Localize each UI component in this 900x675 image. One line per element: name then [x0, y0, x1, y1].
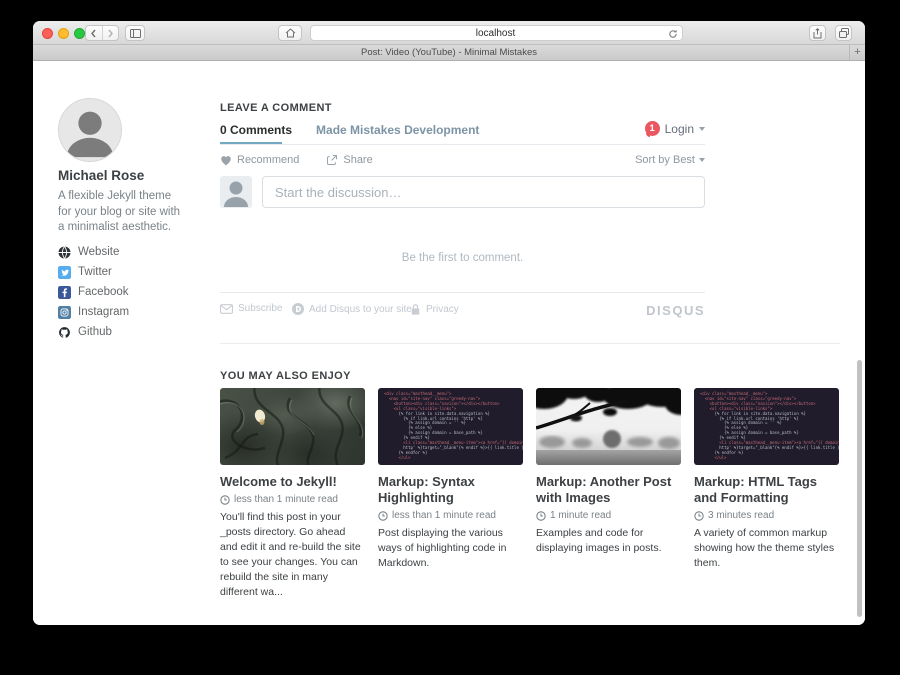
address-bar — [310, 25, 683, 41]
back-button[interactable] — [86, 26, 102, 40]
recommend-button[interactable]: Recommend — [237, 154, 299, 166]
sidebar-link-website[interactable]: Website — [58, 244, 119, 260]
tab-title: Post: Video (YouTube) - Minimal Mistakes — [33, 45, 865, 60]
comment-input-wrap — [262, 176, 705, 208]
post-excerpt: A variety of common markup showing how t… — [694, 526, 839, 571]
envelope-icon — [220, 304, 233, 314]
chevron-left-icon — [90, 29, 97, 38]
post-thumbnail-foggy-tree[interactable] — [536, 388, 681, 465]
tab-overview-button[interactable] — [835, 25, 852, 41]
related-heading: YOU MAY ALSO ENJOY — [220, 370, 351, 382]
post-title[interactable]: Markup: HTML Tags and Formatting — [694, 474, 839, 506]
leaf-cells-graphic — [220, 388, 365, 465]
sidebar-link-twitter[interactable]: Twitter — [58, 264, 112, 280]
share-icon — [813, 28, 822, 39]
post-read-time: less than 1 minute read — [378, 510, 523, 521]
related-cards: Welcome to Jekyll! less than 1 minute re… — [220, 388, 839, 600]
divider — [220, 292, 705, 293]
instagram-icon — [58, 306, 71, 319]
sidebar-icon — [130, 29, 141, 38]
foggy-tree-graphic — [536, 388, 681, 465]
twitter-icon — [58, 266, 71, 279]
disqus-footer: Subscribe Add Disqus to your site Privac… — [220, 303, 705, 319]
comment-input[interactable] — [263, 177, 704, 207]
tab-bar: Post: Video (YouTube) - Minimal Mistakes… — [33, 45, 865, 61]
facebook-icon — [58, 286, 71, 299]
chevron-down-icon — [699, 158, 705, 162]
sidebar-link-github[interactable]: Github — [58, 324, 112, 340]
notification-badge[interactable]: 1 — [645, 121, 660, 136]
recommend-share-row: Recommend Share — [220, 154, 373, 166]
author-name: Michael Rose — [58, 168, 144, 183]
comment-count-tab[interactable]: 0 Comments — [220, 123, 292, 137]
minimize-window-button[interactable] — [58, 28, 69, 39]
person-silhouette-icon — [220, 176, 252, 208]
commenter-avatar — [220, 176, 252, 208]
home-icon — [285, 28, 296, 38]
refresh-icon[interactable] — [668, 29, 678, 39]
github-icon — [58, 326, 71, 339]
share-box-icon — [326, 154, 338, 166]
page-content: Michael Rose A flexible Jekyll theme for… — [33, 62, 865, 625]
lock-icon — [410, 303, 421, 316]
post-excerpt: Examples and code for displaying images … — [536, 526, 681, 556]
disqus-logo[interactable]: DISQUS — [646, 303, 705, 318]
person-silhouette-icon — [59, 99, 121, 161]
post-read-time: 1 minute read — [536, 510, 681, 521]
sidebar-toggle-button[interactable] — [125, 25, 145, 41]
add-disqus-link[interactable]: Add Disqus to your site — [292, 303, 412, 315]
post-title[interactable]: Markup: Syntax Highlighting — [378, 474, 523, 506]
disqus-tabs: 0 Comments Made Mistakes Development — [220, 123, 479, 137]
post-thumbnail-code[interactable]: <div class="masthead__menu"> <nav id="si… — [378, 388, 523, 465]
post-read-time: less than 1 minute read — [220, 494, 365, 505]
tabs-icon — [839, 28, 849, 38]
divider — [220, 343, 840, 344]
related-post-card: <div class="masthead__menu"> <nav id="si… — [378, 388, 523, 600]
author-bio: A flexible Jekyll theme for your blog or… — [58, 189, 186, 236]
login-control[interactable]: 1 Login — [645, 121, 705, 136]
zoom-window-button[interactable] — [74, 28, 85, 39]
community-tab[interactable]: Made Mistakes Development — [316, 123, 479, 137]
clock-icon — [378, 511, 388, 521]
post-read-time: 3 minutes read — [694, 510, 839, 521]
disqus-d-icon — [292, 303, 304, 315]
home-button[interactable] — [278, 25, 302, 41]
clock-icon — [694, 511, 704, 521]
clock-icon — [220, 495, 230, 505]
share-button-disqus[interactable]: Share — [326, 154, 372, 166]
author-avatar — [58, 98, 122, 162]
leave-a-comment-heading: LEAVE A COMMENT — [220, 102, 332, 114]
heart-icon — [220, 155, 232, 166]
sidebar-link-instagram[interactable]: Instagram — [58, 304, 129, 320]
sort-by-control[interactable]: Sort by Best — [635, 154, 705, 166]
post-thumbnail-green-macro[interactable] — [220, 388, 365, 465]
chevron-right-icon — [107, 29, 114, 38]
globe-icon — [58, 246, 71, 259]
vertical-scrollbar[interactable] — [857, 360, 862, 617]
empty-comments-message: Be the first to comment. — [220, 252, 705, 264]
new-tab-button[interactable]: + — [849, 45, 865, 60]
url-input[interactable] — [325, 26, 666, 40]
subscribe-link[interactable]: Subscribe — [220, 303, 282, 314]
post-title[interactable]: Markup: Another Post with Images — [536, 474, 681, 506]
post-excerpt: Post displaying the various ways of high… — [378, 526, 523, 571]
sidebar-link-facebook[interactable]: Facebook — [58, 284, 129, 300]
clock-icon — [536, 511, 546, 521]
chevron-down-icon — [699, 127, 705, 131]
forward-button[interactable] — [102, 26, 119, 40]
close-window-button[interactable] — [42, 28, 53, 39]
related-post-card: Welcome to Jekyll! less than 1 minute re… — [220, 388, 365, 600]
login-label: Login — [665, 122, 694, 136]
safari-window: Post: Video (YouTube) - Minimal Mistakes… — [33, 21, 865, 625]
related-post-card: Markup: Another Post with Images 1 minut… — [536, 388, 681, 600]
share-button[interactable] — [809, 25, 826, 41]
privacy-link[interactable]: Privacy — [410, 303, 459, 316]
browser-titlebar — [33, 21, 865, 45]
related-post-card: <div class="masthead__menu"> <nav id="si… — [694, 388, 839, 600]
divider — [220, 144, 705, 145]
post-title[interactable]: Welcome to Jekyll! — [220, 474, 365, 490]
nav-buttons — [85, 25, 119, 41]
post-excerpt: You'll find this post in your _posts dir… — [220, 510, 365, 600]
post-thumbnail-code[interactable]: <div class="masthead__menu"> <nav id="si… — [694, 388, 839, 465]
